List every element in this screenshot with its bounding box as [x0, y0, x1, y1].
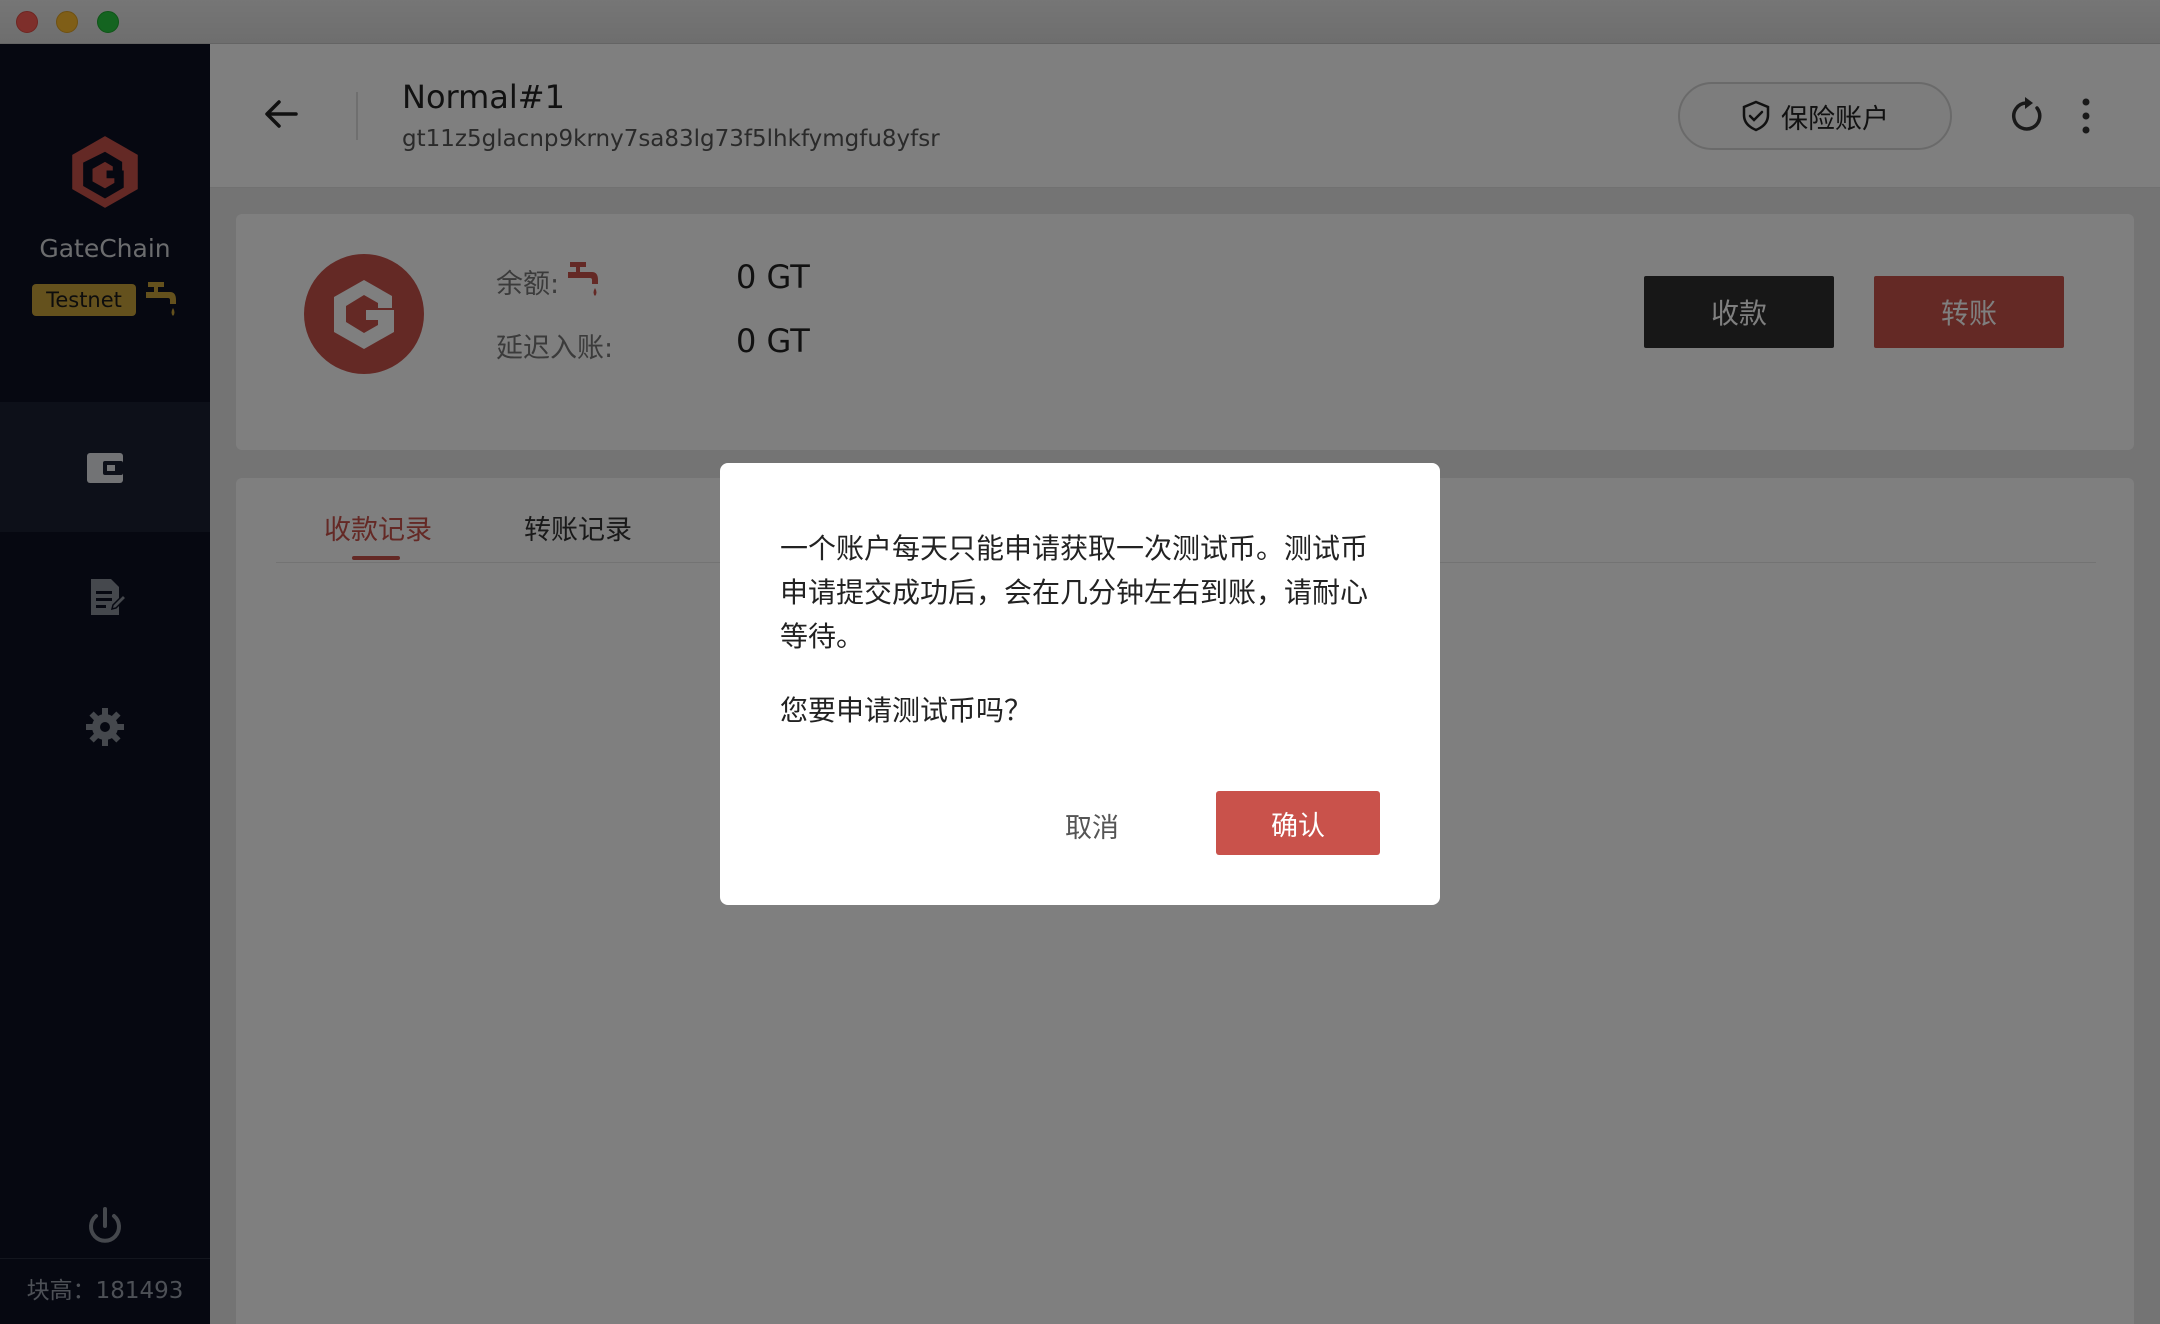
- cancel-button[interactable]: 取消: [1020, 793, 1164, 857]
- dialog-message: 一个账户每天只能申请获取一次测试币。测试币申请提交成功后，会在几分钟左右到账，请…: [780, 532, 1369, 653]
- faucet-confirm-dialog: 一个账户每天只能申请获取一次测试币。测试币申请提交成功后，会在几分钟左右到账，请…: [720, 463, 1440, 905]
- confirm-button[interactable]: 确认: [1216, 791, 1380, 855]
- dialog-question: 您要申请测试币吗？: [780, 694, 1033, 727]
